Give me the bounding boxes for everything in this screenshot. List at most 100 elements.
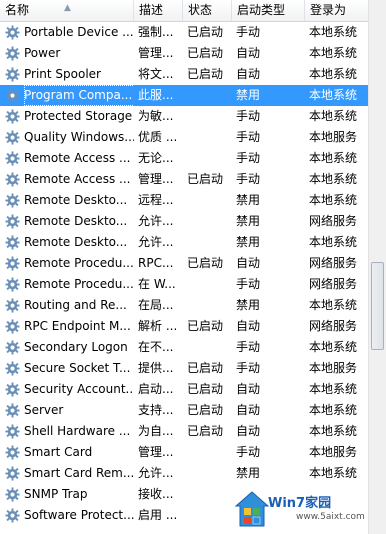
service-startup-type: 手动 xyxy=(236,151,261,165)
service-name: Secondary Logon xyxy=(24,340,128,354)
service-status: 已启动 xyxy=(187,172,224,186)
service-row[interactable]: Remote Deskto... 允许... 禁用 本地系统 xyxy=(0,232,368,253)
service-description: 允许... xyxy=(138,466,174,480)
service-status: 已启动 xyxy=(187,256,224,270)
service-description: 允许... xyxy=(138,235,174,249)
service-row[interactable]: Remote Access ... 无论... 手动 本地系统 xyxy=(0,148,368,169)
service-row[interactable]: Smart Card 管理... 手动 本地服务 xyxy=(0,442,368,463)
column-header-startup-type[interactable]: 启动类型 xyxy=(232,0,305,21)
service-startup-type: 手动 xyxy=(236,25,261,39)
service-startup-type: 自动 xyxy=(236,67,261,81)
service-log-on-as: 本地系统 xyxy=(309,382,358,396)
service-startup-type: 禁用 xyxy=(236,235,261,249)
service-name-cell: Remote Procedu... xyxy=(5,253,134,274)
service-log-on-as: 本地系统 xyxy=(309,466,358,480)
service-name: Remote Deskto... xyxy=(24,214,128,228)
service-name: Server xyxy=(24,403,64,417)
service-row[interactable]: Shell Hardware ... 为自... 已启动 自动 本地系统 xyxy=(0,421,368,442)
service-log-on-as: 本地系统 xyxy=(309,25,358,39)
service-row[interactable]: Remote Procedu... RPC... 已启动 自动 网络服务 xyxy=(0,253,368,274)
service-startup-type: 自动 xyxy=(236,382,261,396)
service-status xyxy=(187,106,233,127)
service-row[interactable]: Print Spooler 将文... 已启动 自动 本地系统 xyxy=(0,64,368,85)
service-startup-type: 自动 xyxy=(236,424,261,438)
column-header-name[interactable]: 名称 ▲ xyxy=(0,0,134,21)
service-name: Power xyxy=(24,46,61,60)
service-row[interactable]: Program Compa... 此服... 禁用 本地系统 xyxy=(0,85,368,106)
service-row[interactable]: Secure Socket T... 提供... 已启动 手动 本地服务 xyxy=(0,358,368,379)
service-row[interactable]: Remote Deskto... 允许... 禁用 网络服务 xyxy=(0,211,368,232)
service-startup-type: 禁用 xyxy=(236,466,261,480)
service-description: 强制... xyxy=(138,25,174,39)
service-row[interactable]: Remote Access ... 管理... 已启动 手动 本地系统 xyxy=(0,169,368,190)
service-description: 解析 ... xyxy=(138,319,178,333)
service-row[interactable]: Security Account... 启动... 已启动 自动 本地系统 xyxy=(0,379,368,400)
service-name: Remote Procedu... xyxy=(24,256,134,270)
service-rows: Portable Device ... 强制... 已启动 手动 本地系统 Power 管理… xyxy=(0,22,368,526)
service-name: Remote Access ... xyxy=(24,172,131,186)
service-log-on-as: 本地系统 xyxy=(309,424,358,438)
service-status xyxy=(187,274,233,295)
service-row[interactable]: Portable Device ... 强制... 已启动 手动 本地系统 xyxy=(0,22,368,43)
service-description: 为敏... xyxy=(138,109,174,123)
column-header-status[interactable]: 状态 xyxy=(183,0,232,21)
service-row[interactable]: Protected Storage 为敏... 手动 本地系统 xyxy=(0,106,368,127)
service-status: 已启动 xyxy=(187,25,224,39)
service-name-cell: Remote Access ... xyxy=(5,169,134,190)
service-startup-type: 手动 xyxy=(236,109,261,123)
service-name: Routing and Re... xyxy=(24,298,127,312)
service-name-cell: Remote Deskto... xyxy=(5,232,134,253)
service-row[interactable]: Remote Procedu... 在 W... 手动 网络服务 xyxy=(0,274,368,295)
service-row[interactable]: Power 管理... 已启动 自动 本地系统 xyxy=(0,43,368,64)
service-name: Print Spooler xyxy=(24,67,101,81)
service-log-on-as: 网络服务 xyxy=(309,319,358,333)
service-row[interactable]: Secondary Logon 在不... 手动 本地系统 xyxy=(0,337,368,358)
service-log-on-as: 本地系统 xyxy=(309,67,358,81)
service-name-cell: Shell Hardware ... xyxy=(5,421,134,442)
service-name-cell: Remote Access ... xyxy=(5,148,134,169)
service-row[interactable]: Smart Card Rem... 允许... 禁用 本地系统 xyxy=(0,463,368,484)
service-name-cell: Print Spooler xyxy=(5,64,134,85)
service-status: 已启动 xyxy=(187,67,224,81)
service-name: Quality Windows... xyxy=(24,130,134,144)
vertical-scrollbar[interactable] xyxy=(368,0,386,534)
column-header-log-on-as[interactable]: 登录为 xyxy=(305,0,368,21)
service-startup-type: 自动 xyxy=(236,403,261,417)
service-name-cell: RPC Endpoint M... xyxy=(5,316,134,337)
service-log-on-as: 本地系统 xyxy=(309,88,358,102)
service-row[interactable]: Routing and Re... 在局... 禁用 本地系统 xyxy=(0,295,368,316)
service-name: Remote Access ... xyxy=(24,151,131,165)
service-description: 启动... xyxy=(138,382,174,396)
service-log-on-as: 本地系统 xyxy=(309,235,358,249)
service-name-cell: Smart Card Rem... xyxy=(5,463,134,484)
service-name-cell: Security Account... xyxy=(5,379,134,400)
service-startup-type: 禁用 xyxy=(236,214,261,228)
service-log-on-as: 本地系统 xyxy=(309,340,358,354)
service-log-on-as: 网络服务 xyxy=(309,277,358,291)
sort-up-icon: ▲ xyxy=(64,3,71,13)
service-status xyxy=(187,484,233,505)
service-status xyxy=(187,85,233,106)
service-status xyxy=(187,232,233,253)
watermark-text: Win7家园 xyxy=(268,496,332,511)
watermark: Win7家园 www.5aixt.com xyxy=(234,488,365,534)
service-row[interactable]: Server 支持... 已启动 自动 本地系统 xyxy=(0,400,368,421)
service-row[interactable]: RPC Endpoint M... 解析 ... 已启动 自动 网络服务 xyxy=(0,316,368,337)
service-startup-type: 禁用 xyxy=(236,88,261,102)
watermark-url: www.5aixt.com xyxy=(296,512,365,522)
scrollbar-thumb[interactable] xyxy=(371,262,384,350)
column-header-name-label: 名称 xyxy=(5,3,30,17)
service-log-on-as: 本地系统 xyxy=(309,193,358,207)
service-startup-type: 手动 xyxy=(236,130,261,144)
column-header-description[interactable]: 描述 xyxy=(134,0,183,21)
service-row[interactable]: Quality Windows... 优质 ... 手动 本地服务 xyxy=(0,127,368,148)
service-name: SNMP Trap xyxy=(24,487,88,501)
service-name: Smart Card Rem... xyxy=(24,466,134,480)
service-description: 在局... xyxy=(138,298,174,312)
service-description: 提供... xyxy=(138,361,174,375)
service-row[interactable]: Remote Deskto... 远程... 禁用 本地系统 xyxy=(0,190,368,211)
service-name-cell: Secure Socket T... xyxy=(5,358,134,379)
service-description: 远程... xyxy=(138,193,174,207)
service-startup-type: 手动 xyxy=(236,172,261,186)
service-log-on-as: 本地系统 xyxy=(309,46,358,60)
